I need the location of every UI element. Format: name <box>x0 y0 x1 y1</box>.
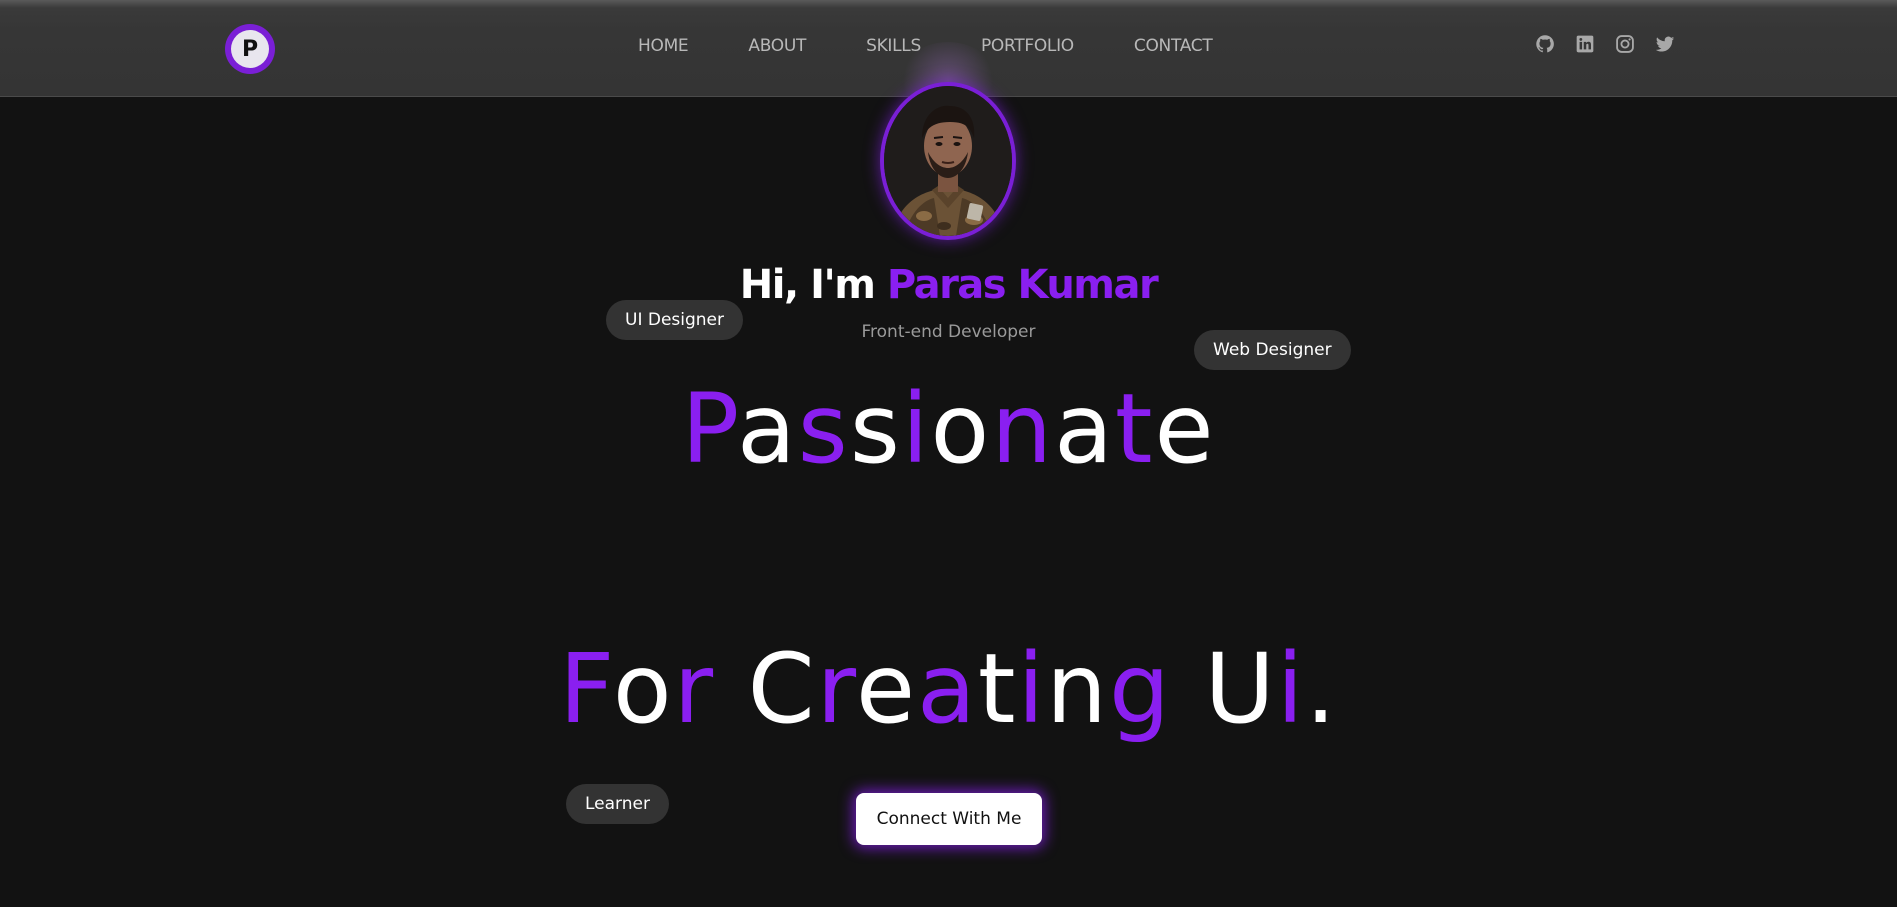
headline-letter <box>715 633 748 745</box>
headline-letter: t <box>1114 373 1155 485</box>
headline-letter: s <box>797 373 850 485</box>
twitter-icon[interactable] <box>1655 34 1675 54</box>
logo-letter: P <box>231 30 269 68</box>
headline-letter <box>1172 633 1205 745</box>
headline-letter: e <box>1154 373 1216 485</box>
headline-letter: n <box>991 373 1055 485</box>
nav-portfolio[interactable]: PORTFOLIO <box>981 36 1074 56</box>
linkedin-icon[interactable] <box>1575 34 1595 54</box>
nav-about[interactable]: ABOUT <box>748 36 806 56</box>
nav-contact[interactable]: CONTACT <box>1134 36 1213 56</box>
instagram-icon[interactable] <box>1615 34 1635 54</box>
headline-letter: n <box>1046 633 1110 745</box>
headline-letter: a <box>1054 373 1115 485</box>
headline-letter: P <box>681 373 737 485</box>
headline-letter: i <box>1276 633 1306 745</box>
headline-letter: o <box>612 633 674 745</box>
headline-letter: t <box>977 633 1018 745</box>
headline-letter: F <box>559 633 613 745</box>
intro-heading: Hi, I'm Paras Kumar <box>0 262 1897 308</box>
headline-letter: i <box>901 373 931 485</box>
name-text: Paras Kumar <box>886 262 1159 308</box>
headline-for-creating-ui: For Creating Ui. <box>0 633 1897 745</box>
role-subtitle: Front-end Developer <box>861 322 1036 342</box>
headline-letter: o <box>930 373 992 485</box>
social-links <box>1535 34 1675 54</box>
headline-letter: . <box>1305 633 1338 745</box>
headline-letter: r <box>673 633 716 745</box>
headline-letter: r <box>816 633 856 745</box>
headline-letter: a <box>736 373 798 485</box>
tag-learner: Learner <box>566 784 669 824</box>
tag-ui-designer: UI Designer <box>606 300 744 340</box>
tag-web-designer: Web Designer <box>1194 330 1351 370</box>
logo[interactable]: P <box>225 24 275 74</box>
headline-letter: g <box>1109 633 1172 745</box>
page: P HOME ABOUT SKILLS PORTFOLIO CONTACT Hi… <box>0 0 1897 907</box>
connect-with-me-button[interactable]: Connect With Me <box>856 793 1042 845</box>
headline-letter: a <box>917 633 978 745</box>
headline-passionate: Passionate <box>0 373 1897 485</box>
github-icon[interactable] <box>1535 34 1555 54</box>
nav-home[interactable]: HOME <box>638 36 689 56</box>
headline-letter: U <box>1204 633 1277 745</box>
headline-letter: C <box>747 633 817 745</box>
headline-letter: i <box>1017 633 1047 745</box>
profile-photo-wrap <box>880 42 1016 240</box>
greeting-text: Hi, I'm <box>739 262 887 308</box>
profile-photo <box>880 82 1016 240</box>
headline-letter: e <box>855 633 918 745</box>
headline-letter: s <box>849 373 902 485</box>
